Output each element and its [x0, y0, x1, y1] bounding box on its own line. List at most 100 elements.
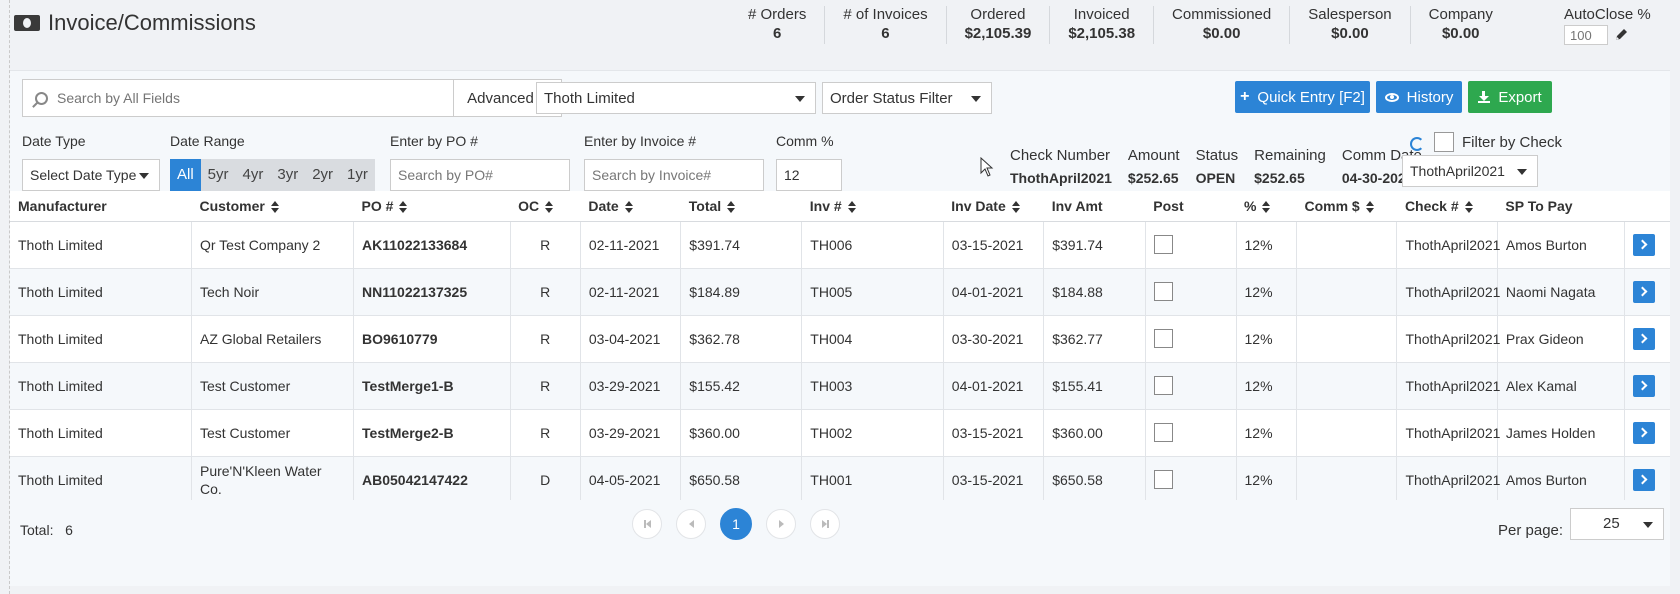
last-page-button[interactable] — [810, 509, 840, 539]
filter-by-check-checkbox[interactable] — [1434, 132, 1454, 152]
date-type-select[interactable]: Select Date Type — [22, 159, 160, 191]
sort-icon[interactable] — [624, 201, 633, 214]
comm-input[interactable] — [776, 159, 842, 191]
col-inv-date[interactable]: Inv Date — [943, 191, 1044, 222]
cell-check: ThothApril2021 — [1396, 268, 1500, 316]
cell-check: ThothApril2021 — [1396, 315, 1500, 363]
quick-entry-button[interactable]: + Quick Entry [F2] — [1235, 81, 1370, 113]
cell-post — [1145, 409, 1237, 457]
prev-page-button[interactable] — [676, 509, 706, 539]
table-row[interactable]: Thoth Limited Pure'N'Kleen Water Co. AB050… — [10, 456, 1670, 504]
check-remaining-value: $252.65 — [1254, 170, 1305, 186]
cell-po: TestMerge2-B — [353, 409, 511, 457]
stat-label: Salesperson — [1308, 6, 1392, 23]
sort-icon[interactable] — [1262, 201, 1271, 214]
col-oc[interactable]: OC — [510, 191, 581, 222]
sort-icon[interactable] — [270, 201, 279, 214]
cell-pct: 12% — [1236, 268, 1297, 316]
table-row[interactable]: Thoth Limited Qr Test Company 2 AK11022133… — [10, 221, 1670, 269]
cell-date: 02-11-2021 — [580, 268, 682, 316]
post-checkbox[interactable] — [1153, 376, 1173, 396]
date-range-all[interactable]: All — [170, 159, 201, 191]
cell-customer: Test Customer — [191, 409, 355, 457]
col-pct[interactable]: % — [1236, 191, 1297, 222]
advanced-label: Advanced — [467, 89, 534, 107]
next-page-button[interactable] — [766, 509, 796, 539]
date-range-5yr[interactable]: 5yr — [201, 159, 236, 191]
table-row[interactable]: Thoth Limited Test Customer TestMerge1-B R 0… — [10, 362, 1670, 410]
cell-comm — [1296, 221, 1398, 269]
post-checkbox[interactable] — [1153, 282, 1173, 302]
refresh-icon[interactable] — [1410, 137, 1424, 151]
table-row[interactable]: Thoth Limited AZ Global Retailers BO961077… — [10, 315, 1670, 363]
company-select[interactable]: Thoth Limited — [536, 82, 816, 114]
caret-down-icon — [971, 96, 981, 102]
prev-page-icon — [688, 520, 694, 528]
sort-icon[interactable] — [1464, 201, 1473, 214]
chevron-right-icon — [1637, 333, 1648, 344]
stat-commissioned: Commissioned $0.00 — [1153, 6, 1289, 44]
first-page-button[interactable] — [632, 509, 662, 539]
open-row-button[interactable] — [1633, 374, 1656, 397]
cell-comm — [1296, 409, 1398, 457]
date-range-2yr[interactable]: 2yr — [305, 159, 340, 191]
col-total[interactable]: Total — [680, 191, 802, 222]
cell-oc: D — [510, 456, 581, 504]
open-row-button[interactable] — [1633, 233, 1656, 256]
table-row[interactable]: Thoth Limited Test Customer TestMerge2-B R 0… — [10, 409, 1670, 457]
pencil-icon[interactable] — [1614, 28, 1628, 42]
col-comm[interactable]: Comm $ — [1296, 191, 1397, 222]
header-label: % — [1244, 197, 1257, 214]
post-checkbox[interactable] — [1153, 235, 1173, 255]
sort-icon[interactable] — [727, 201, 736, 214]
cell-inv-date: 03-30-2021 — [943, 315, 1045, 363]
col-inv[interactable]: Inv # — [801, 191, 944, 222]
header-label: Total — [688, 197, 722, 214]
cell-total: $184.89 — [680, 268, 803, 316]
date-range-4yr[interactable]: 4yr — [236, 159, 271, 191]
search-input[interactable] — [23, 80, 453, 116]
table-row[interactable]: Thoth Limited Tech Noir NN11022137325 R 02-1… — [10, 268, 1670, 316]
post-checkbox[interactable] — [1153, 470, 1173, 490]
cell-total: $650.58 — [680, 456, 803, 504]
open-row-button[interactable] — [1633, 468, 1656, 491]
col-check[interactable]: Check # — [1396, 191, 1498, 222]
col-customer[interactable]: Customer — [191, 191, 354, 222]
col-manufacturer[interactable]: Manufacturer — [10, 191, 192, 222]
post-checkbox[interactable] — [1153, 329, 1173, 349]
page-1-button[interactable]: 1 — [720, 508, 752, 540]
date-range-1yr[interactable]: 1yr — [340, 159, 375, 191]
order-status-select[interactable]: Order Status Filter — [822, 82, 992, 114]
sort-icon[interactable] — [545, 201, 554, 214]
sort-icon[interactable] — [399, 201, 408, 214]
open-row-button[interactable] — [1633, 280, 1656, 303]
cell-inv: TH004 — [801, 315, 944, 363]
sort-icon[interactable] — [1011, 201, 1020, 214]
cell-manufacturer: Thoth Limited — [10, 362, 192, 410]
check-select[interactable]: ThothApril2021 — [1402, 155, 1538, 187]
invoice-input[interactable] — [584, 159, 764, 191]
history-button[interactable]: History — [1376, 81, 1462, 113]
per-page-value: 25 — [1603, 515, 1620, 532]
open-row-button[interactable] — [1633, 327, 1656, 350]
chevron-right-icon — [1637, 286, 1648, 297]
per-page-select[interactable]: 25 — [1570, 508, 1664, 540]
sort-icon[interactable] — [1365, 201, 1374, 214]
autoclose-input[interactable] — [1564, 25, 1608, 45]
comm-label: Comm % — [776, 133, 834, 149]
cell-action — [1624, 456, 1670, 504]
header-label: Inv Amt — [1051, 197, 1103, 214]
cell-po: BO9610779 — [353, 315, 511, 363]
stat-value: 6 — [881, 25, 890, 42]
post-checkbox[interactable] — [1153, 423, 1173, 443]
sort-icon[interactable] — [847, 201, 856, 214]
col-date[interactable]: Date — [580, 191, 681, 222]
po-input[interactable] — [390, 159, 570, 191]
cell-pct: 12% — [1236, 221, 1297, 269]
caret-down-icon — [139, 173, 149, 179]
col-po[interactable]: PO # — [353, 191, 511, 222]
open-row-button[interactable] — [1633, 421, 1656, 444]
caret-down-icon — [1643, 522, 1653, 528]
date-range-3yr[interactable]: 3yr — [270, 159, 305, 191]
export-button[interactable]: Export — [1468, 81, 1552, 113]
